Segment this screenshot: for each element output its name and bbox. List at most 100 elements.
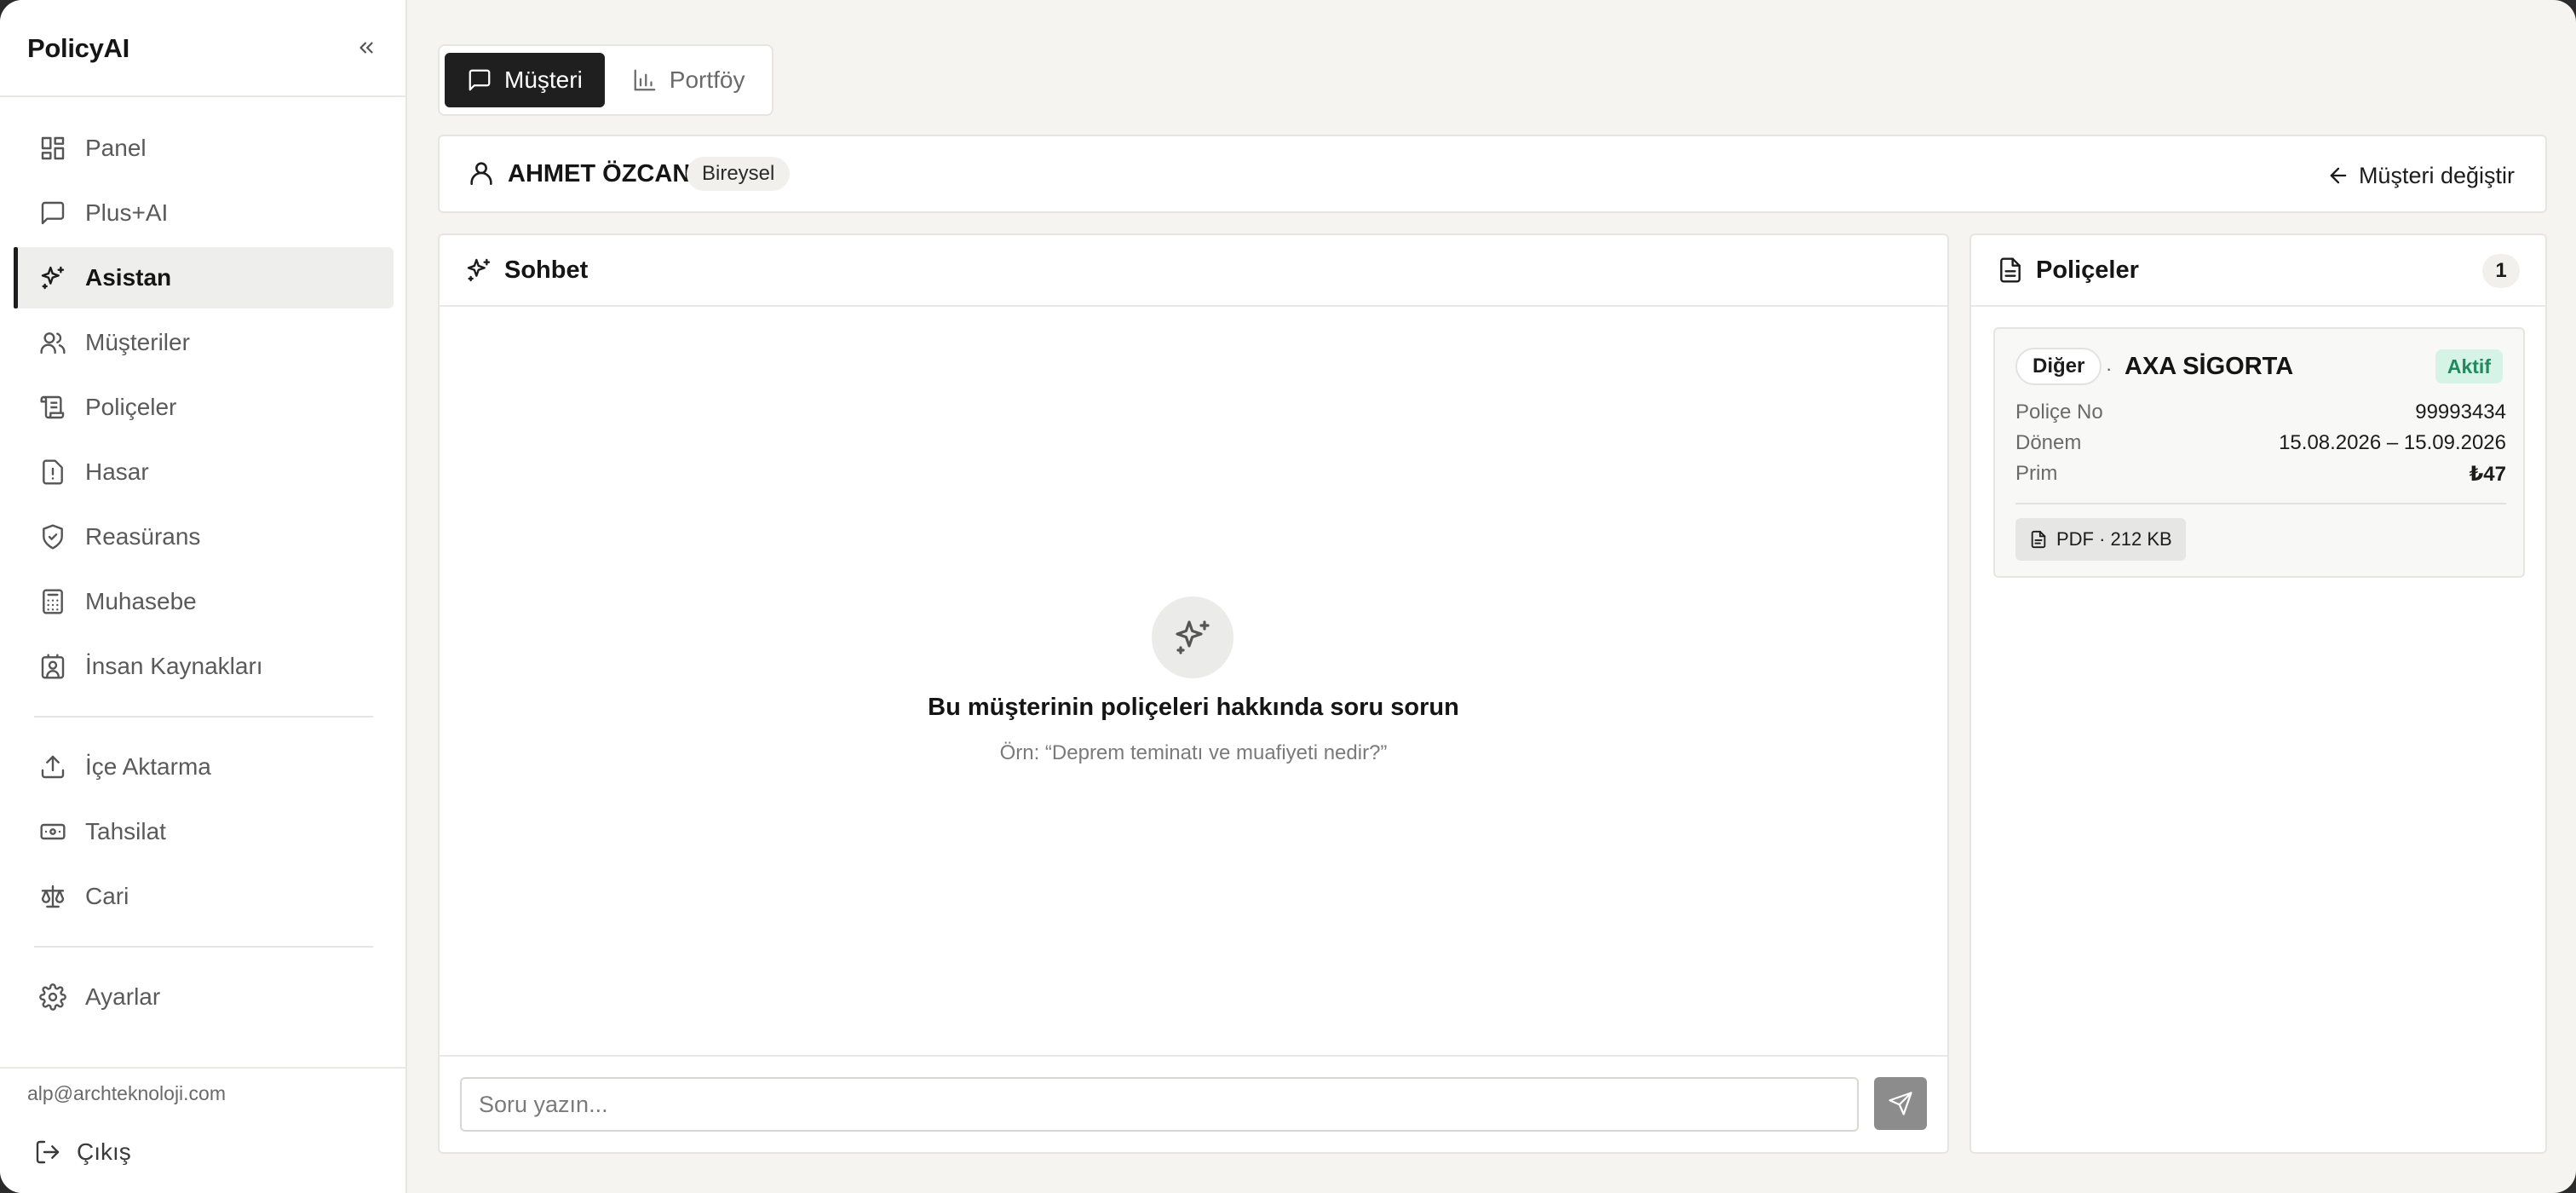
customer-type-badge: Bireysel [687,157,791,191]
dashboard-icon [37,133,68,164]
policy-no-row: Poliçe No 99993434 [2015,399,2506,426]
sidebar-item-label: İnsan Kaynakları [85,653,263,679]
shield-check-icon [37,522,68,552]
file-icon [2031,530,2046,549]
sidebar-item-label: Hasar [85,458,149,485]
upload-icon [37,752,68,782]
sidebar-item-musteriler[interactable]: Müşteriler [14,312,394,373]
question-input[interactable] [460,1077,1859,1132]
arrow-left-icon [2330,167,2347,184]
premium-row: Prim ₺47 [2015,460,2506,487]
sidebar-separator [34,946,373,948]
chevrons-left-icon [359,42,373,54]
policy-card[interactable]: Diğer · AXA SİGORTA Aktif Poliçe No 9999… [1993,327,2525,578]
pdf-document-label: PDF · 212 KB [2056,528,2172,550]
sparkles-icon [37,262,68,293]
sidebar-item-label: Tahsilat [85,818,166,844]
chat-title: Sohbet [504,256,589,284]
sidebar-item-label: Plus+AI [85,199,169,226]
sidebar-item-tahsilat[interactable]: Tahsilat [14,801,394,862]
customer-name: AHMET ÖZCAN [508,160,691,187]
sidebar-item-label: Müşteriler [85,329,190,355]
tab-musteri[interactable]: Müşteri [445,53,605,107]
premium-label: Prim [2015,462,2058,485]
message-square-icon [469,69,491,91]
empty-state-icon [1152,596,1233,678]
contact-icon [37,651,68,682]
policies-header: Poliçeler [1971,235,2545,307]
change-customer-label: Müşteri değiştir [2358,162,2515,188]
pdf-document-button[interactable]: PDF · 212 KB [2015,518,2186,561]
scroll-icon [37,392,68,423]
empty-state-hint: Örn: “Deprem teminatı ve muafiyeti nedir… [999,741,1388,764]
sidebar-item-label: Panel [85,135,147,161]
sidebar-item-muhasebe[interactable]: Muhasebe [14,571,394,632]
sidebar-item-label: Asistan [85,264,172,291]
sidebar-item-policeler[interactable]: Poliçeler [14,377,394,438]
sidebar-item-cari[interactable]: Cari [14,866,394,927]
sidebar-item-asistan[interactable]: Asistan [14,247,394,308]
sidebar-item-panel[interactable]: Panel [14,118,394,179]
file-text-icon [2000,257,2021,283]
sidebar-item-ayarlar[interactable]: Ayarlar [14,966,394,1028]
status-badge: Aktif [2435,349,2503,383]
app-window: PolicyAI Panel Plus+AI Asistan Müşterile… [0,0,2576,1193]
brand-logo: PolicyAI [27,33,129,63]
tab-label: Portföy [669,66,745,93]
sidebar-item-label: Reasürans [85,523,201,550]
change-customer-button[interactable]: Müşteri değiştir [2326,158,2515,193]
insurer-name: AXA SİGORTA [2125,353,2294,380]
gear-icon [37,982,68,1012]
logout-button[interactable]: Çıkış [34,1133,131,1171]
sidebar-nav: Panel Plus+AI Asistan Müşteriler Poliçel… [14,118,394,1031]
sidebar-divider [0,95,407,97]
chat-footer [440,1055,1947,1152]
policies-panel: Poliçeler 1 Diğer · AXA SİGORTA Aktif Po… [1969,233,2547,1154]
calculator-icon [37,586,68,617]
period-value: 15.08.2026 – 15.09.2026 [2279,431,2506,454]
user-icon [467,158,499,191]
sparkles-icon [467,258,491,282]
send-button[interactable] [1874,1077,1927,1130]
logout-label: Çıkış [77,1138,131,1165]
policy-type-badge: Diğer [2015,348,2102,385]
send-icon [1889,1092,1912,1115]
separator-dot: · [2106,358,2113,379]
sidebar-item-insan-kaynaklari[interactable]: İnsan Kaynakları [14,636,394,697]
banknote-icon [37,816,68,847]
policy-count-badge: 1 [2482,254,2520,288]
sidebar-item-label: İçe Aktarma [85,753,211,780]
sidebar-item-label: Muhasebe [85,588,197,614]
sidebar-item-plus-ai[interactable]: Plus+AI [14,182,394,244]
message-square-icon [37,198,68,228]
bar-chart-icon [634,69,656,91]
tab-portfoy[interactable]: Portföy [610,53,768,107]
sidebar-separator [34,716,373,718]
user-email: alp@archteknoloji.com [27,1082,227,1104]
customer-header: AHMET ÖZCAN Bireysel Müşteri değiştir [438,135,2547,213]
users-icon [37,327,68,358]
chat-panel: Sohbet Bu müşterinin poliçeleri hakkında… [438,233,1949,1154]
file-alert-icon [37,457,68,487]
period-row: Dönem 15.08.2026 – 15.09.2026 [2015,429,2506,457]
sidebar-item-reasurans[interactable]: Reasürans [14,506,394,568]
sidebar-item-ice-aktarma[interactable]: İçe Aktarma [14,736,394,798]
card-divider [2015,503,2506,504]
sidebar-divider [0,1067,407,1069]
empty-state-title: Bu müşterinin poliçeleri hakkında soru s… [928,694,1459,721]
sidebar-item-label: Ayarlar [85,983,161,1010]
premium-value: ₺47 [2469,462,2506,486]
view-tabs: Müşteri Portföy [438,44,773,116]
collapse-sidebar-button[interactable] [349,31,383,65]
policies-title: Poliçeler [2036,256,2139,284]
sidebar-item-label: Cari [85,883,129,909]
period-label: Dönem [2015,431,2082,454]
sidebar-item-hasar[interactable]: Hasar [14,441,394,503]
scale-icon [37,881,68,912]
log-out-icon [36,1140,60,1164]
sidebar: PolicyAI Panel Plus+AI Asistan Müşterile… [0,0,407,1193]
sidebar-item-label: Poliçeler [85,394,177,420]
tab-label: Müşteri [504,66,583,93]
sparkles-icon [1176,620,1210,654]
policy-no-label: Poliçe No [2015,401,2103,424]
